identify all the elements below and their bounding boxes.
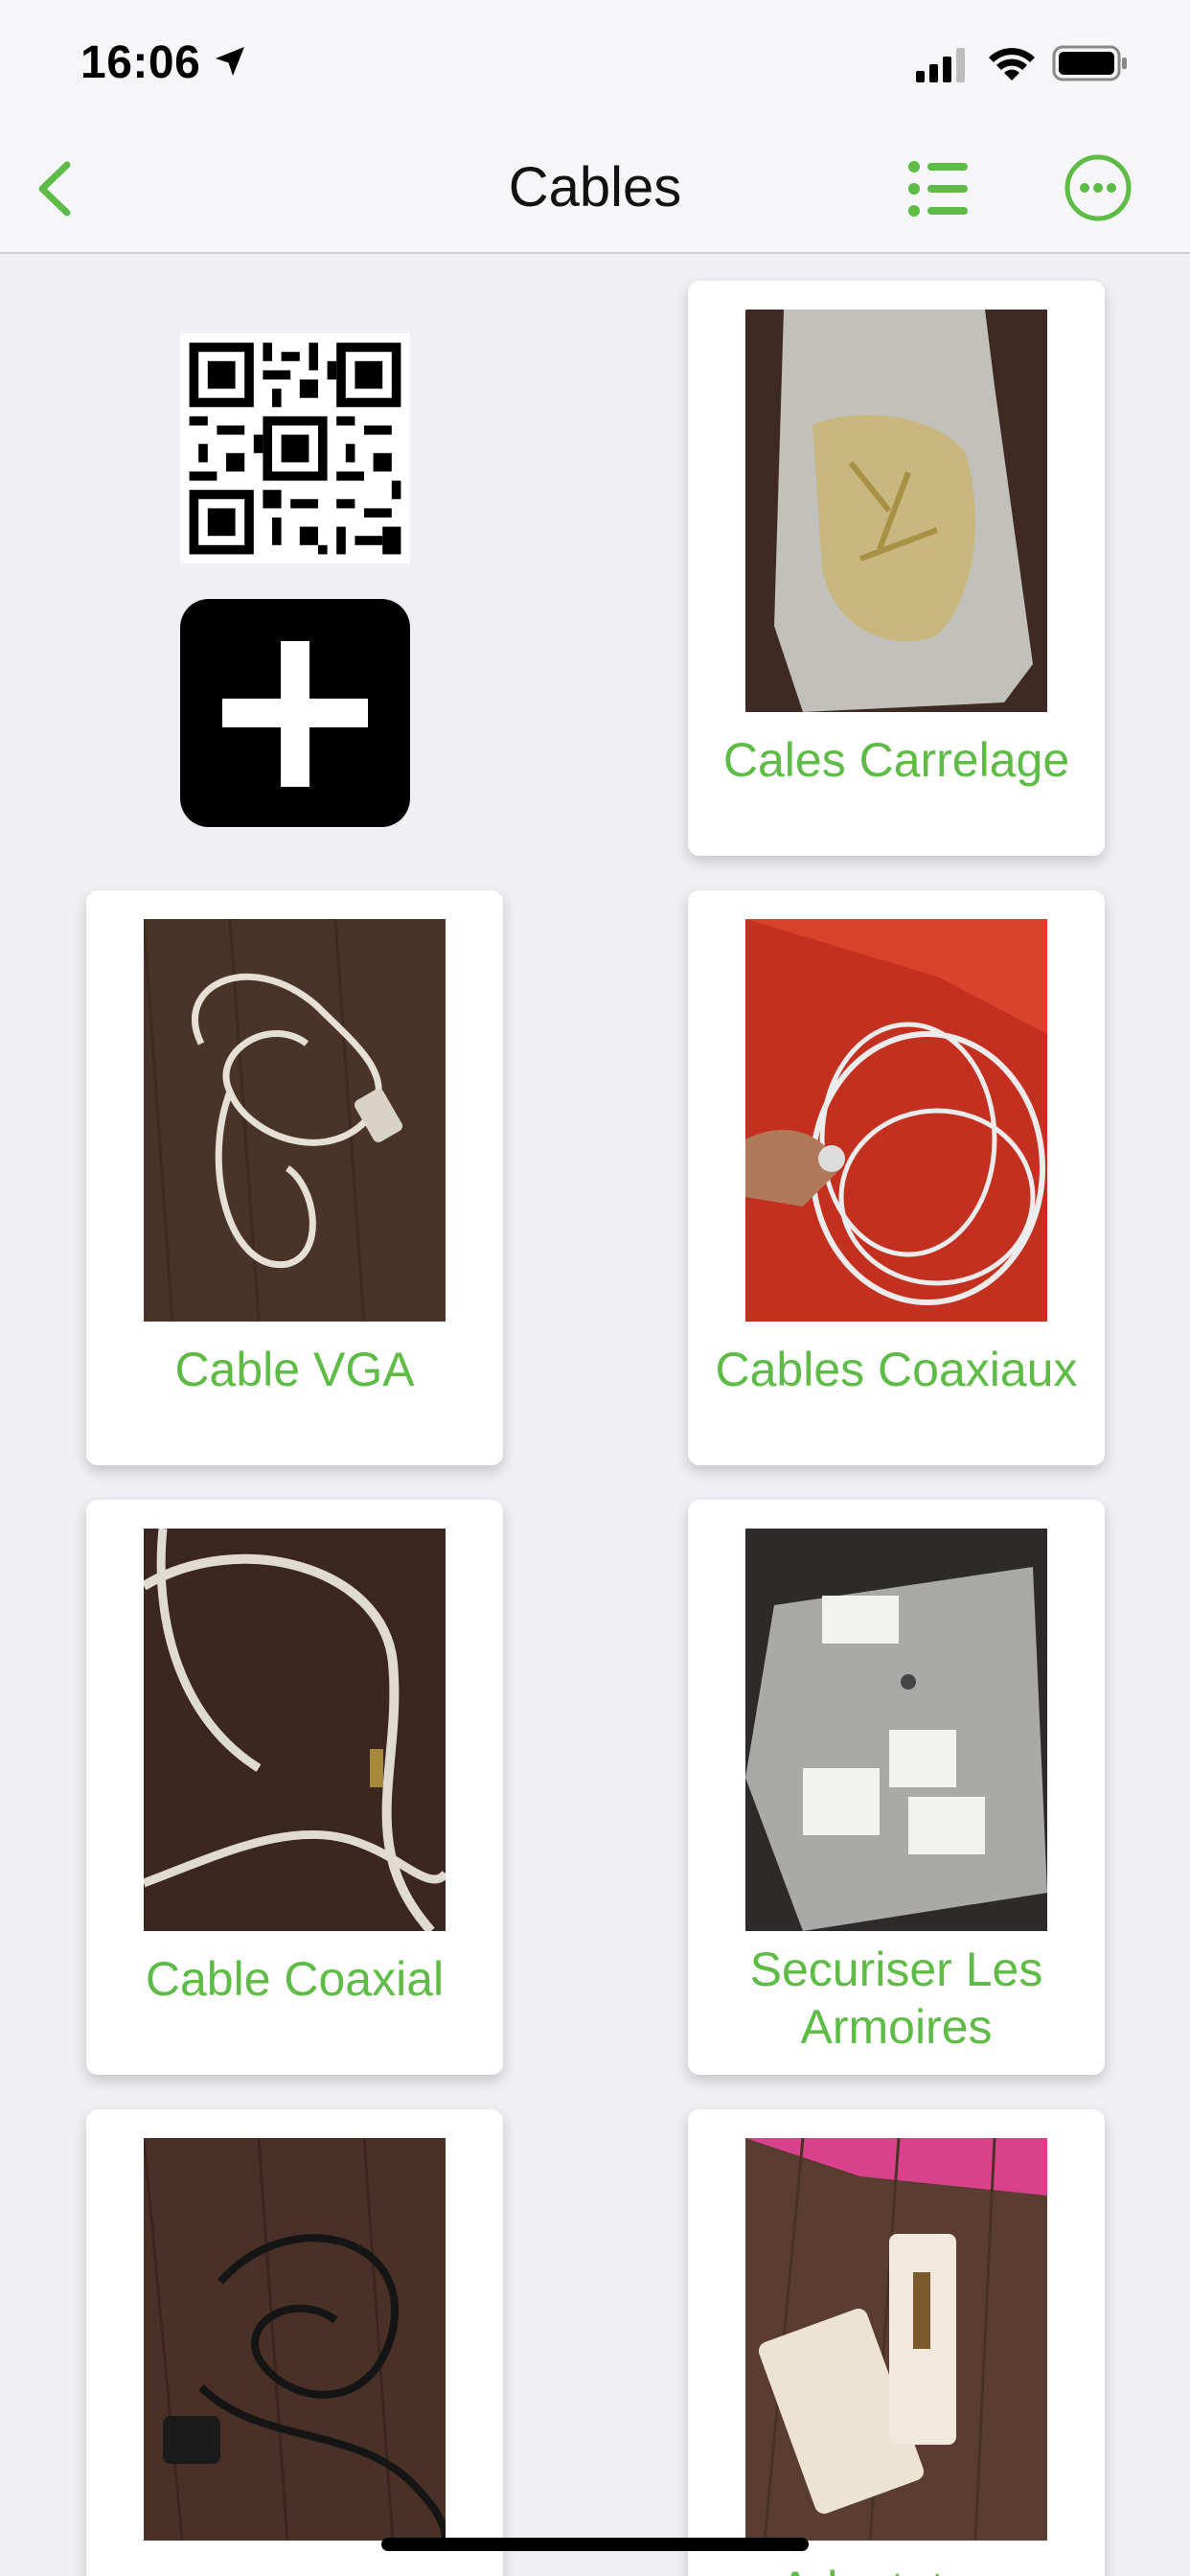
add-item-button[interactable] bbox=[180, 599, 410, 827]
item-card[interactable]: Cales Carrelage bbox=[688, 281, 1105, 856]
list-view-icon[interactable] bbox=[904, 155, 972, 222]
item-photo bbox=[745, 1529, 1047, 1931]
item-label: Cable Coaxial bbox=[145, 1952, 445, 2006]
item-photo bbox=[745, 2138, 1047, 2541]
more-options-icon[interactable] bbox=[1064, 153, 1133, 222]
wifi-icon bbox=[989, 48, 1035, 80]
status-time: 16:06 bbox=[80, 37, 201, 88]
qr-code-image[interactable] bbox=[180, 334, 410, 564]
page-title: Cables bbox=[508, 156, 682, 218]
home-indicator bbox=[381, 2538, 809, 2551]
item-label: Cales Carrelage bbox=[722, 733, 1070, 787]
item-label: Cables Coaxiaux bbox=[715, 1343, 1078, 1396]
location-arrow-icon bbox=[216, 47, 244, 76]
item-card[interactable]: Cables Coaxiaux bbox=[688, 890, 1105, 1465]
navigation-bar: Cables bbox=[0, 125, 1190, 254]
item-photo bbox=[144, 919, 446, 1322]
item-photo bbox=[144, 1529, 446, 1931]
item-card[interactable]: Cable VGA bbox=[86, 890, 503, 1465]
item-photo bbox=[745, 919, 1047, 1322]
battery-icon bbox=[1052, 45, 1127, 81]
item-photo bbox=[144, 2138, 446, 2541]
item-label: Cable VGA bbox=[174, 1343, 415, 1396]
item-card[interactable]: Cable Coaxial bbox=[86, 1500, 503, 2075]
item-card[interactable] bbox=[86, 2109, 503, 2576]
item-label: Adaptateur bbox=[698, 2560, 1095, 2576]
cellular-signal-icon bbox=[916, 48, 965, 82]
item-photo bbox=[745, 310, 1047, 712]
item-label: Securiser Les Armoires bbox=[749, 1943, 1043, 2054]
item-card[interactable]: Securiser Les Armoires bbox=[688, 1500, 1105, 2075]
status-bar: 16:06 bbox=[0, 0, 1190, 125]
items-grid: Cales Carrelage Cable VGA Cables Coaxiau… bbox=[0, 254, 1190, 2576]
item-card[interactable]: Adaptateur bbox=[688, 2109, 1105, 2576]
